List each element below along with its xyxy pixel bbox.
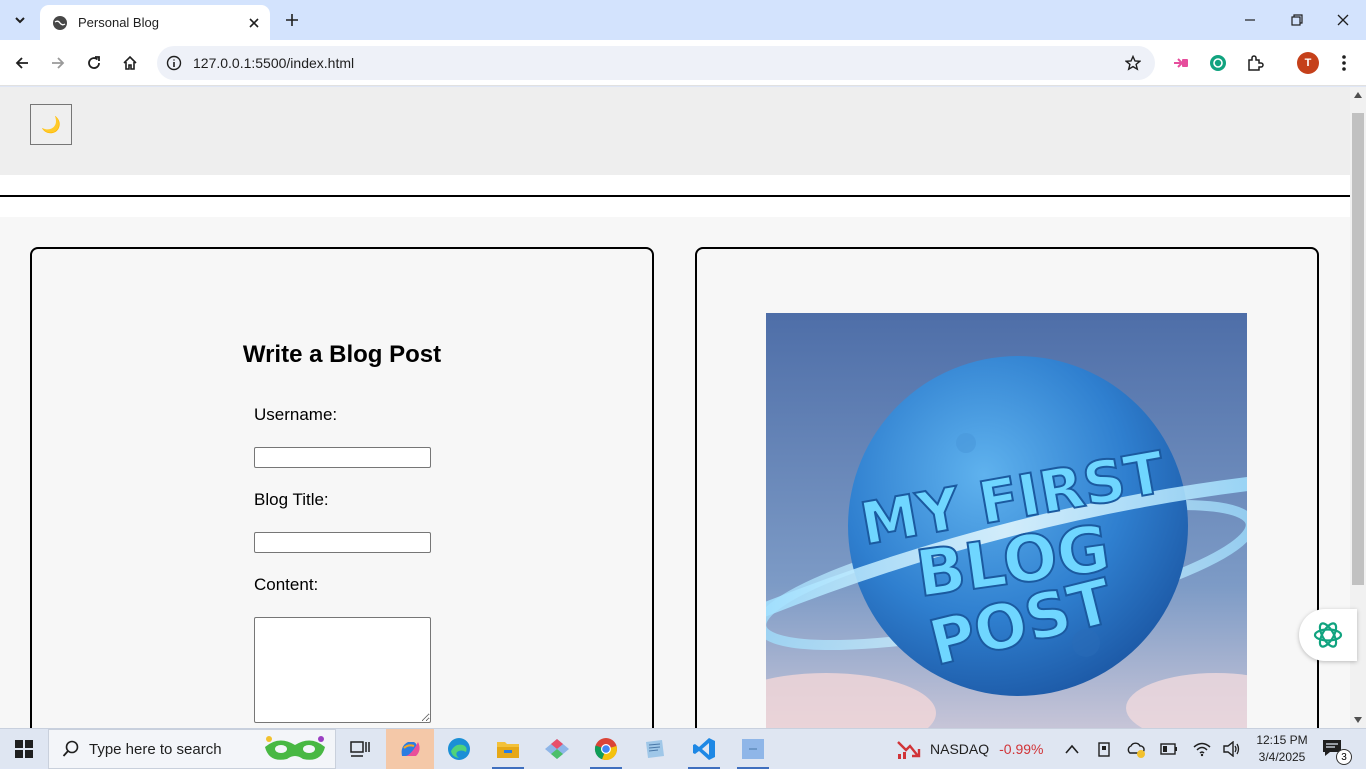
notification-badge: 3 xyxy=(1336,749,1352,765)
nav-band xyxy=(0,175,1350,217)
blog-title-label: Blog Title: xyxy=(254,490,329,509)
git-app-button[interactable] xyxy=(533,729,581,769)
extensions-puzzle-icon[interactable] xyxy=(1243,51,1267,75)
stock-change: -0.99% xyxy=(999,741,1044,757)
task-view-icon xyxy=(350,741,370,757)
chatgpt-extension-icon[interactable] xyxy=(1206,51,1230,75)
edge-button[interactable] xyxy=(435,729,483,769)
reload-icon xyxy=(88,56,100,69)
page-header: 🌙 xyxy=(0,87,1350,175)
moon-icon: 🌙 xyxy=(41,116,61,134)
theme-toggle-button[interactable]: 🌙 xyxy=(30,104,72,145)
volume-icon[interactable] xyxy=(1222,739,1242,759)
openai-icon xyxy=(1313,622,1343,648)
file-explorer-button[interactable] xyxy=(484,729,532,769)
stock-name: NASDAQ xyxy=(930,741,990,757)
bookmark-star-icon[interactable] xyxy=(1123,53,1143,73)
taskbar-clock[interactable]: 12:15 PM 3/4/2025 xyxy=(1252,732,1312,766)
clock-time: 12:15 PM xyxy=(1256,733,1308,747)
url-text[interactable]: 127.0.0.1:5500/index.html xyxy=(193,55,354,71)
reload-button[interactable] xyxy=(82,51,106,75)
globe-icon xyxy=(52,15,68,31)
profile-avatar[interactable]: T xyxy=(1297,52,1319,74)
divider xyxy=(0,195,1350,197)
close-icon xyxy=(1337,14,1349,26)
cloud-warning-icon[interactable] xyxy=(1126,739,1146,759)
ai-assistant-button[interactable] xyxy=(1299,609,1357,661)
minimize-button[interactable] xyxy=(1238,8,1262,32)
carnival-mask-icon xyxy=(265,736,325,760)
taskbar-search[interactable]: Type here to search xyxy=(48,729,336,769)
copilot-button[interactable] xyxy=(386,729,434,769)
restore-button[interactable] xyxy=(1285,8,1309,32)
hero-image: MY FIRST BLOG POST xyxy=(766,313,1247,728)
arrow-left-icon xyxy=(15,57,28,69)
stock-widget[interactable]: NASDAQ -0.99% xyxy=(896,729,1043,769)
restore-icon xyxy=(1291,14,1303,26)
address-bar[interactable]: 127.0.0.1:5500/index.html xyxy=(157,46,1155,80)
scrollbar-thumb[interactable] xyxy=(1352,113,1364,585)
form-title: Write a Blog Post xyxy=(242,341,442,368)
device-tray-icon[interactable] xyxy=(1095,739,1115,759)
content-textarea[interactable] xyxy=(254,617,431,723)
site-info-icon[interactable] xyxy=(165,54,183,72)
blog-form-card: Write a Blog Post Username: Blog Title: … xyxy=(30,247,654,728)
tab-strip: Personal Blog xyxy=(0,0,1366,40)
minimize-icon xyxy=(1245,19,1255,21)
wifi-icon[interactable] xyxy=(1192,739,1212,759)
browser-toolbar: 127.0.0.1:5500/index.html xyxy=(0,40,1366,86)
close-tab-icon[interactable] xyxy=(244,13,264,33)
battery-icon[interactable] xyxy=(1159,739,1179,759)
search-placeholder: Type here to search xyxy=(89,740,222,758)
stock-down-icon xyxy=(897,741,921,759)
app-window-icon xyxy=(742,739,764,759)
username-input[interactable] xyxy=(254,447,431,468)
arrow-right-icon xyxy=(52,57,65,69)
chevron-up-icon xyxy=(1065,744,1079,754)
notepad-button[interactable] xyxy=(631,729,679,769)
notepad-icon xyxy=(646,740,664,758)
vscode-button[interactable] xyxy=(680,729,728,769)
plus-icon xyxy=(286,14,298,26)
app-window-button[interactable] xyxy=(729,729,777,769)
copilot-icon xyxy=(401,742,420,756)
scroll-down-icon[interactable] xyxy=(1354,717,1362,723)
chrome-button[interactable] xyxy=(582,729,630,769)
task-view-button[interactable] xyxy=(336,729,384,769)
back-button[interactable] xyxy=(10,51,34,75)
chevron-down-icon xyxy=(15,17,25,24)
scroll-up-icon[interactable] xyxy=(1354,92,1362,98)
search-icon xyxy=(61,739,81,759)
vscode-icon xyxy=(693,738,715,760)
clock-date: 3/4/2025 xyxy=(1258,750,1306,764)
folder-icon xyxy=(497,742,519,758)
username-label: Username: xyxy=(254,405,338,424)
hero-image-card: MY FIRST BLOG POST xyxy=(695,247,1319,728)
content-label: Content: xyxy=(254,575,319,594)
close-window-button[interactable] xyxy=(1331,8,1355,32)
tab-title: Personal Blog xyxy=(78,15,159,30)
windows-taskbar: Type here to search NASDAQ -0.99% 12:15 … xyxy=(0,728,1366,769)
diamond-app-icon xyxy=(545,739,569,759)
chrome-icon xyxy=(594,738,617,761)
forward-button[interactable] xyxy=(46,51,70,75)
new-tab-button[interactable] xyxy=(281,9,303,31)
browser-menu-icon[interactable] xyxy=(1332,51,1356,75)
tab-personal-blog[interactable]: Personal Blog xyxy=(40,5,270,40)
page-viewport: 🌙 Write a Blog Post Username: Blog Title… xyxy=(0,87,1350,728)
blog-title-input[interactable] xyxy=(254,532,431,553)
edge-icon xyxy=(448,738,470,760)
start-button[interactable] xyxy=(0,729,48,769)
home-icon xyxy=(123,55,137,70)
windows-logo-icon xyxy=(15,740,33,758)
home-button[interactable] xyxy=(118,51,142,75)
tab-search-button[interactable] xyxy=(8,8,32,32)
extension-arrow-icon[interactable] xyxy=(1169,51,1193,75)
show-hidden-icons[interactable] xyxy=(1062,739,1082,759)
action-center-button[interactable]: 3 xyxy=(1322,739,1352,765)
